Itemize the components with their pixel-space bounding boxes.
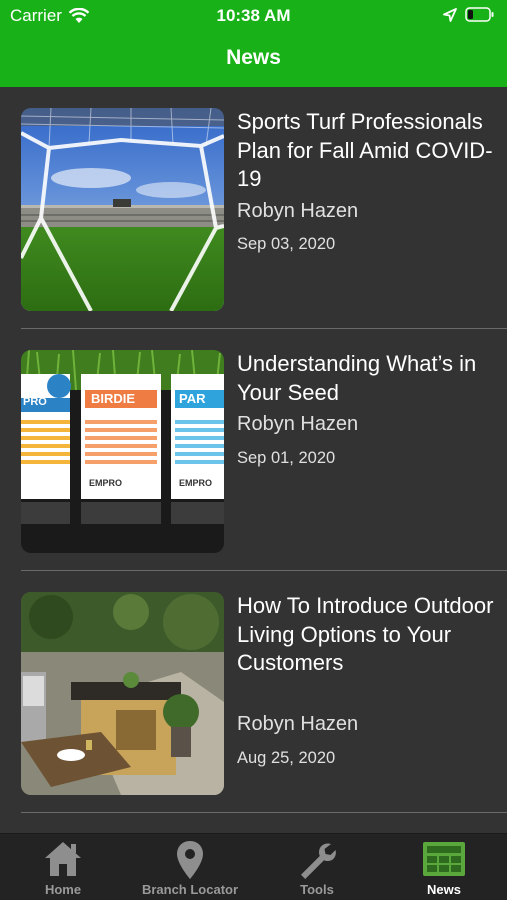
outdoor-kitchen-image [21, 592, 224, 795]
tab-bar: Home Branch Locator Tools News [0, 833, 507, 900]
tab-home-label: Home [44, 882, 82, 897]
seed-bags-image: PRO BIRDIE PAR EMPRO EMPRO [21, 350, 224, 553]
tab-branch-locator[interactable]: Branch Locator [127, 834, 253, 900]
seed-bag-label-pro: PRO [23, 396, 47, 408]
article-title[interactable]: How To Introduce Outdoor Living Options … [237, 592, 499, 678]
article-author: Robyn Hazen [237, 413, 359, 435]
article-title[interactable]: Sports Turf Professionals Plan for Fall … [237, 108, 499, 194]
divider [21, 812, 507, 813]
tab-branch-locator-label: Branch Locator [141, 882, 239, 897]
status-bar: Carrier 10:38 AM [0, 0, 507, 32]
map-pin-icon [127, 840, 253, 882]
status-icons [443, 7, 495, 22]
navigation-bar: News [0, 32, 507, 87]
seed-bag-brand: EMPRO [89, 478, 123, 488]
seed-bag-label-par: PAR [179, 391, 206, 406]
article-date: Sep 03, 2020 [237, 235, 336, 253]
seed-bag-label-birdie: BIRDIE [91, 391, 136, 406]
house-icon [0, 840, 126, 882]
seed-bag-brand: EMPRO [179, 478, 213, 488]
article-author: Robyn Hazen [237, 200, 359, 222]
battery-icon [465, 7, 494, 22]
news-feed[interactable]: Sports Turf Professionals Plan for Fall … [0, 87, 507, 833]
article-author: Robyn Hazen [237, 713, 359, 735]
news-article[interactable]: PRO BIRDIE PAR EMPRO EMPRO Understanding… [0, 329, 507, 571]
tab-home[interactable]: Home [0, 834, 126, 900]
tab-tools-label: Tools [300, 882, 334, 897]
tab-news[interactable]: News [381, 834, 507, 900]
tab-news-label: News [427, 882, 461, 897]
article-date: Sep 01, 2020 [237, 449, 336, 467]
article-title[interactable]: Understanding What’s in Your Seed [237, 350, 499, 407]
location-arrow-icon [443, 7, 457, 22]
news-article[interactable]: Sports Turf Professionals Plan for Fall … [0, 87, 507, 329]
article-date: Aug 25, 2020 [237, 749, 336, 767]
news-article[interactable]: How To Introduce Outdoor Living Options … [0, 571, 507, 813]
tab-tools[interactable]: Tools [254, 834, 380, 900]
soccer-goal-stadium-image [21, 108, 224, 311]
newspaper-icon [381, 840, 507, 882]
page-title: News [226, 46, 281, 69]
wrench-icon [254, 840, 380, 882]
status-time: 10:38 AM [216, 6, 291, 25]
